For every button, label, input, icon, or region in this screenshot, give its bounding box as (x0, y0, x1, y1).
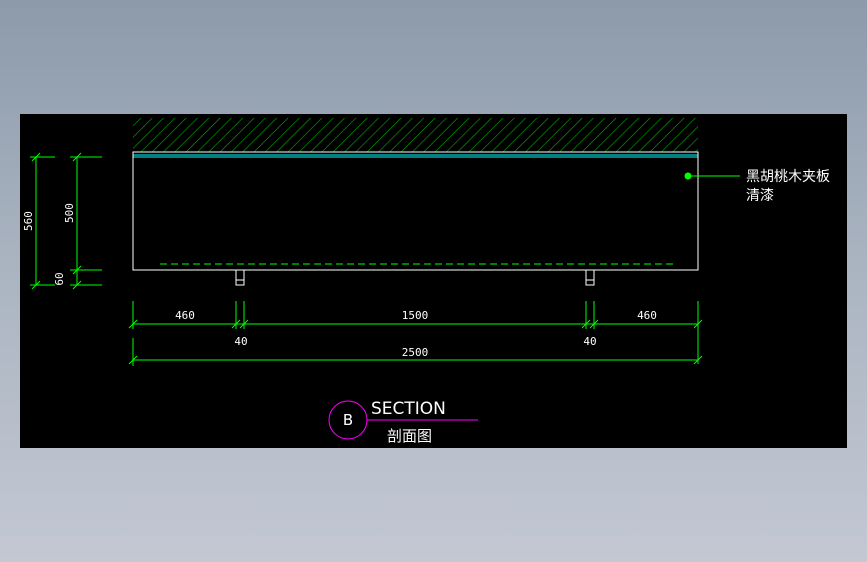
section-subtitle: 剖面图 (387, 427, 432, 445)
dim-left-gap: 40 (234, 335, 247, 348)
panel-outline (132, 151, 699, 271)
material-label-line2: 清漆 (746, 188, 774, 204)
section-drawing: 560 500 60 460 1500 460 40 40 2500 黑胡桃木夹… (22, 118, 830, 445)
dim-panel-height: 500 (63, 203, 76, 223)
cad-drawing-area: 560 500 60 460 1500 460 40 40 2500 黑胡桃木夹… (20, 114, 847, 448)
section-marker-letter: B (343, 411, 353, 429)
dim-base-height: 60 (53, 272, 66, 285)
section-title: SECTION (371, 399, 446, 419)
hatch-area (133, 118, 698, 152)
dim-middle-span: 1500 (402, 309, 429, 322)
dim-right-span: 460 (637, 309, 657, 322)
dim-left-span: 460 (175, 309, 195, 322)
dim-total-width: 2500 (402, 346, 429, 359)
material-label-line1: 黑胡桃木夹板 (746, 169, 830, 185)
dim-right-gap: 40 (583, 335, 596, 348)
left-leg (235, 269, 245, 286)
dim-overall-height: 560 (22, 211, 35, 231)
right-leg (585, 269, 595, 286)
